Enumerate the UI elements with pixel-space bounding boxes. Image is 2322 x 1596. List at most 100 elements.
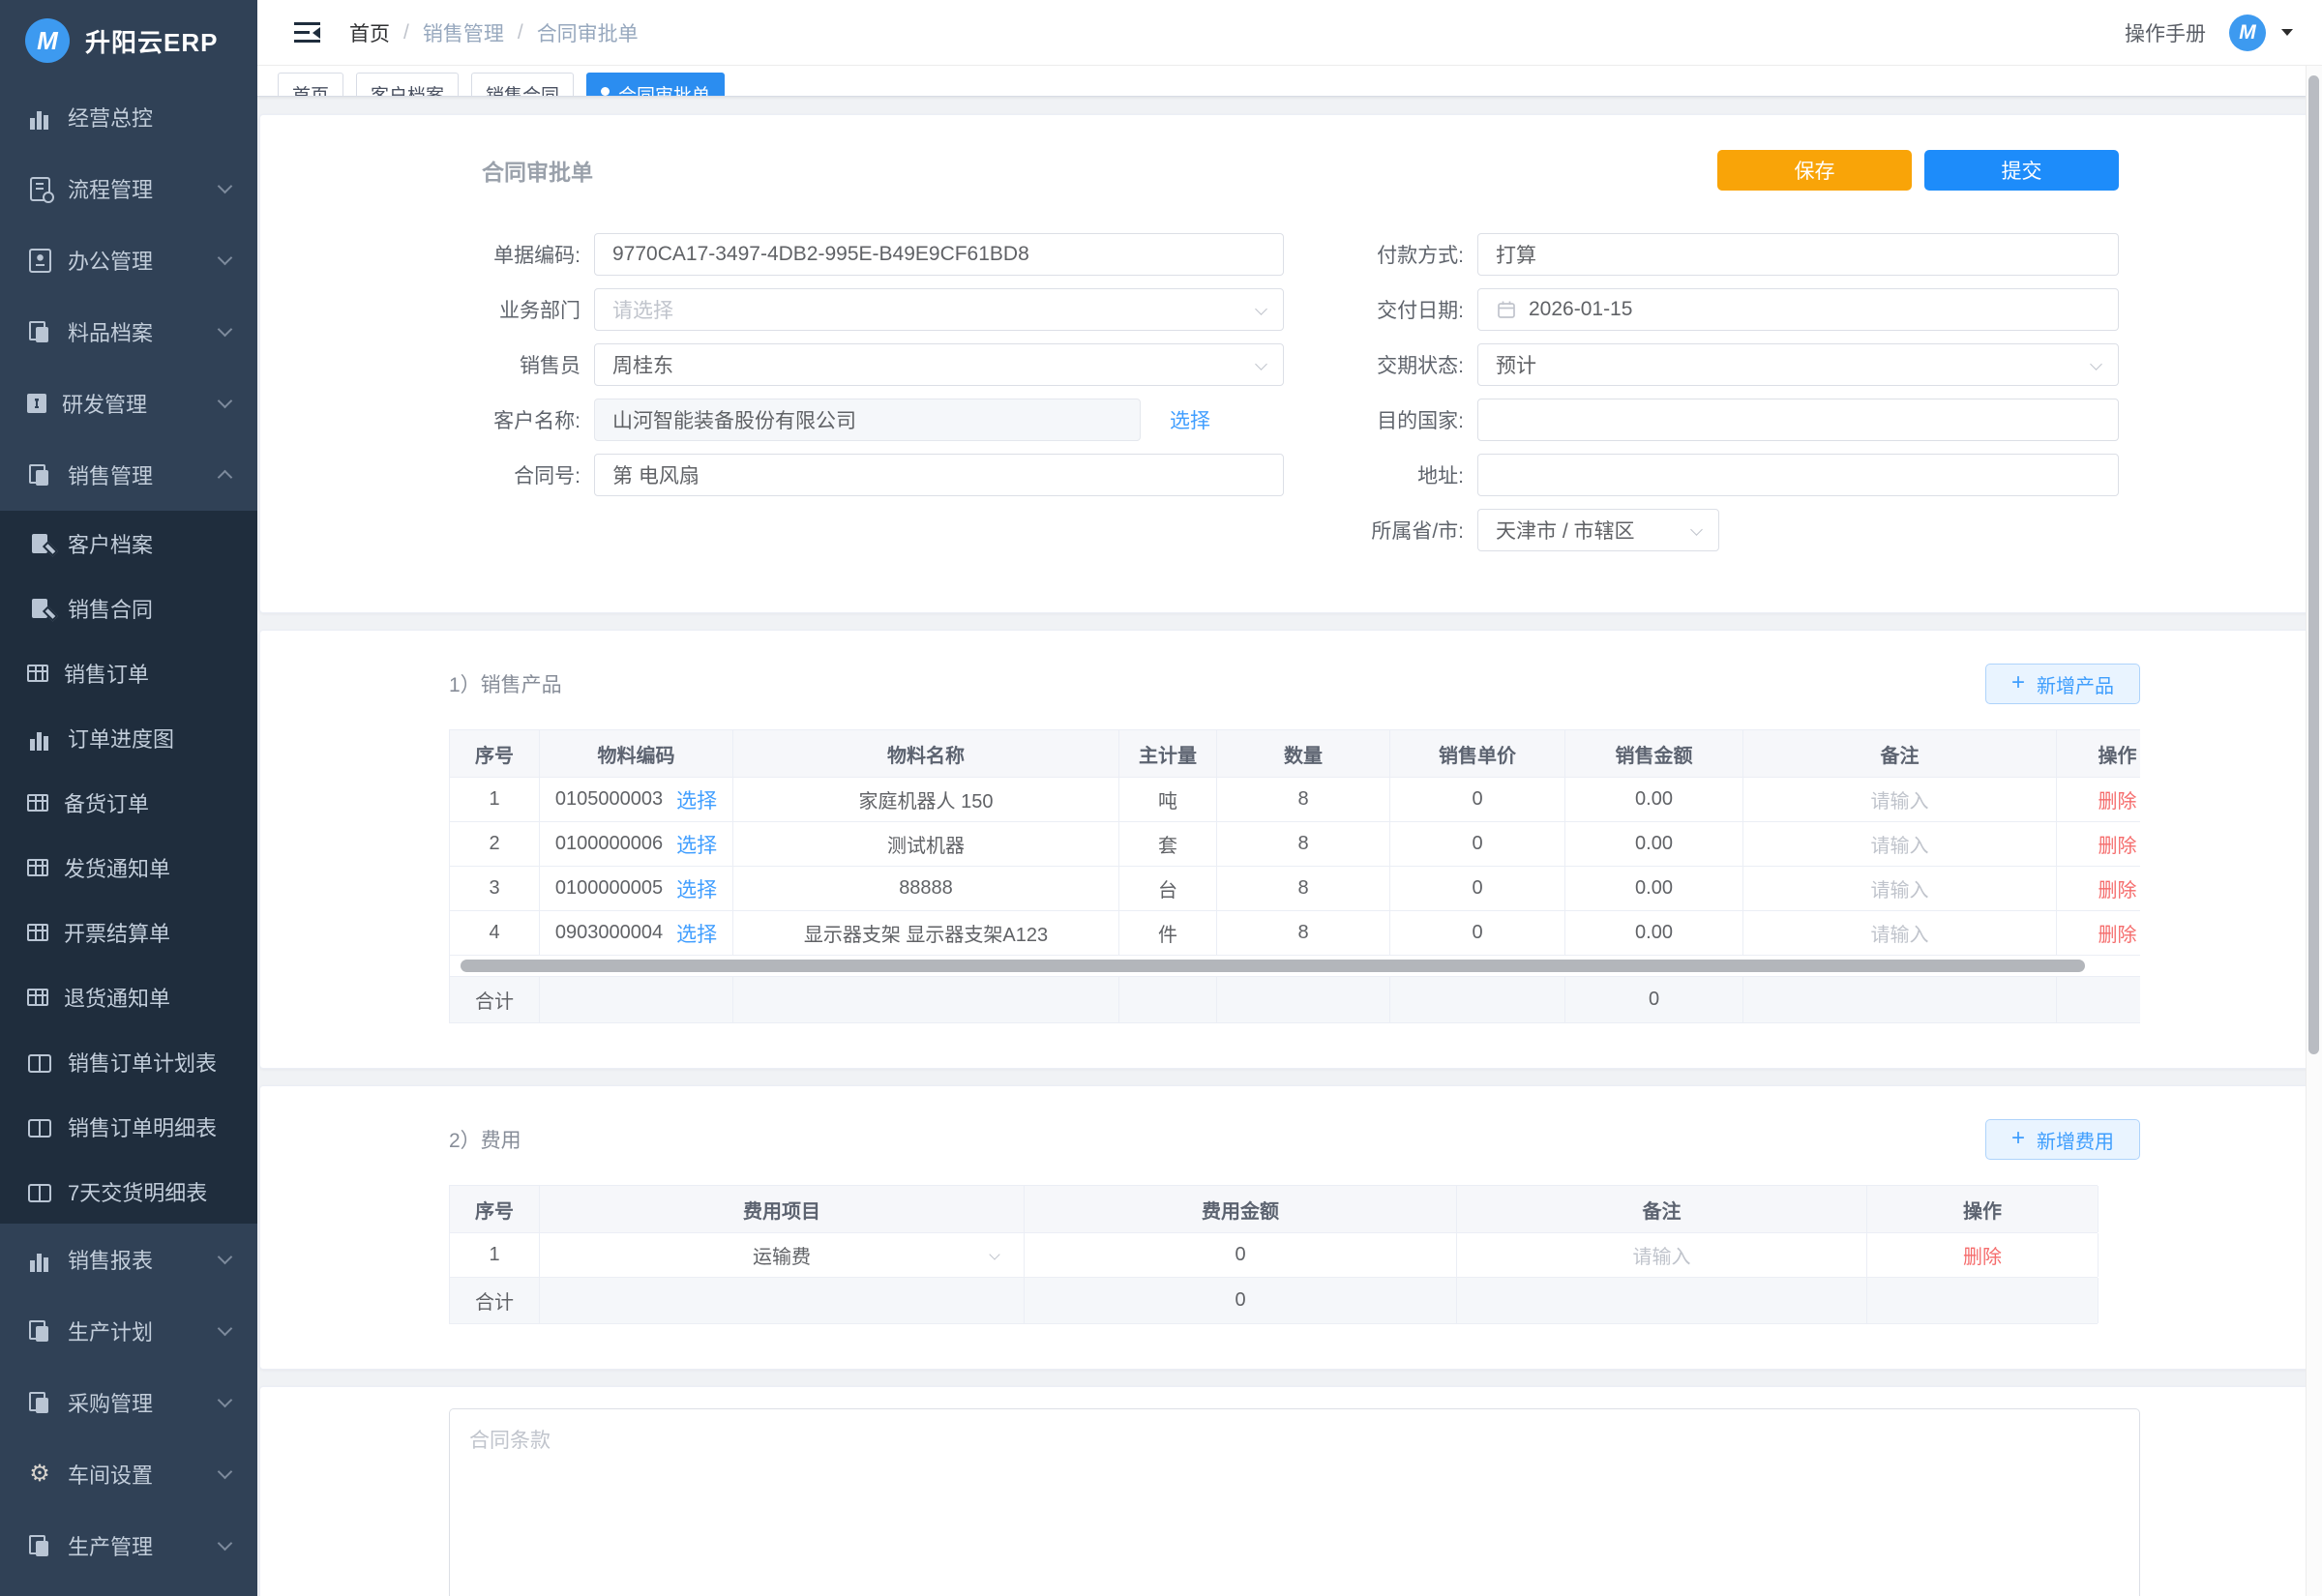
sidebar-item-production-plan[interactable]: 生产计划 — [0, 1295, 257, 1367]
customer-select-link[interactable]: 选择 — [1170, 405, 1210, 434]
bar-chart-icon — [27, 104, 52, 130]
payment-input[interactable] — [1477, 233, 2119, 276]
sidebar-item-sales-report[interactable]: 销售报表 — [0, 1224, 257, 1295]
products-table: 序号 物料编码 物料名称 主计量 数量 销售单价 销售金额 备注 操作 1 01… — [449, 729, 2140, 1023]
save-button[interactable]: 保存 — [1717, 150, 1912, 191]
sidebar-item-label: 客户档案 — [68, 528, 153, 559]
fee-amount-cell[interactable]: 0 — [1025, 1233, 1457, 1277]
add-fee-button[interactable]: + 新增费用 — [1985, 1119, 2140, 1160]
contract-form: 单据编码: 业务部门 请选择 销售员 周桂东 — [449, 233, 2119, 564]
quantity-cell[interactable]: 8 — [1217, 867, 1390, 910]
contract-form-card: 合同审批单 保存 提交 单据编码: 业务部门 请选择 — [259, 114, 2311, 613]
materials-book-icon — [27, 319, 52, 344]
product-row: 1 0105000003选择 家庭机器人 150 吨 8 0 0.00 请输入 … — [450, 778, 2140, 822]
sidebar-item-stock-order[interactable]: 备货订单 — [0, 770, 257, 835]
select-material-link[interactable]: 选择 — [676, 874, 717, 903]
fee-item-value: 运输费 — [753, 1241, 811, 1269]
delivery-state-select[interactable]: 预计 — [1477, 343, 2119, 386]
add-fee-label: 新增费用 — [2037, 1126, 2114, 1154]
unit-price-cell[interactable]: 0 — [1390, 867, 1565, 910]
select-material-link[interactable]: 选择 — [676, 785, 717, 814]
address-input[interactable] — [1477, 454, 2119, 496]
quantity-cell[interactable]: 8 — [1217, 911, 1390, 955]
sidebar-item-shipping-notice[interactable]: 发货通知单 — [0, 835, 257, 900]
actions-cell: 删除 — [2057, 822, 2140, 866]
select-material-link[interactable]: 选择 — [676, 830, 717, 859]
fees-card: 2）费用 + 新增费用 序号 费用项目 费用金额 备注 操作 1 运输费 — [259, 1085, 2311, 1370]
quantity-cell[interactable]: 8 — [1217, 778, 1390, 821]
avatar[interactable]: M — [2229, 15, 2266, 51]
product-row: 3 0100000005选择 88888 台 8 0 0.00 请输入 删除 — [450, 867, 2140, 911]
actions-cell: 删除 — [2057, 911, 2140, 955]
manual-link[interactable]: 操作手册 — [2125, 18, 2206, 47]
caret-down-icon[interactable] — [2281, 29, 2293, 36]
tab-customer-archive[interactable]: 客户档案 — [356, 73, 459, 97]
salesman-select[interactable]: 周桂东 — [594, 343, 1284, 386]
remark-cell[interactable]: 请输入 — [1743, 867, 2057, 910]
sidebar-item-workshop-settings[interactable]: ⚙ 车间设置 — [0, 1438, 257, 1510]
sidebar-item-process-mgmt[interactable]: 流程管理 — [0, 153, 257, 224]
sidebar-item-order-detail-report[interactable]: 销售订单明细表 — [0, 1094, 257, 1159]
delete-row-link[interactable]: 删除 — [2099, 830, 2137, 858]
contract-terms-textarea[interactable] — [449, 1408, 2140, 1596]
horizontal-scrollbar-thumb[interactable] — [461, 960, 2085, 972]
unit: 件 — [1119, 911, 1217, 955]
vertical-scrollbar-thumb[interactable] — [2308, 75, 2319, 1054]
sidebar-item-invoice-settlement[interactable]: 开票结算单 — [0, 900, 257, 964]
unit-price-cell[interactable]: 0 — [1390, 911, 1565, 955]
customer-label: 客户名称: — [449, 405, 594, 434]
tab-contract-approval[interactable]: 合同审批单 — [586, 73, 725, 97]
sidebar-item-sales-contract[interactable]: 销售合同 — [0, 576, 257, 640]
quantity-cell[interactable]: 8 — [1217, 822, 1390, 866]
remark-cell[interactable]: 请输入 — [1743, 822, 2057, 866]
tab-home[interactable]: 首页 — [278, 73, 343, 97]
sidebar-item-business-overview[interactable]: 经营总控 — [0, 81, 257, 153]
sidebar-item-7day-delivery-report[interactable]: 7天交货明细表 — [0, 1159, 257, 1224]
add-product-button[interactable]: + 新增产品 — [1985, 664, 2140, 704]
dest-country-input[interactable] — [1477, 399, 2119, 441]
sidebar-item-sales-order[interactable]: 销售订单 — [0, 640, 257, 705]
actions-cell: 删除 — [2057, 867, 2140, 910]
select-material-link[interactable]: 选择 — [676, 919, 717, 948]
remark-cell[interactable]: 请输入 — [1457, 1233, 1867, 1277]
breadcrumb-home[interactable]: 首页 — [349, 18, 390, 47]
delete-row-link[interactable]: 删除 — [1963, 1241, 2002, 1269]
submit-button[interactable]: 提交 — [1924, 150, 2119, 191]
sidebar-item-production-mgmt[interactable]: 生产管理 — [0, 1510, 257, 1581]
sidebar-item-office-mgmt[interactable]: 办公管理 — [0, 224, 257, 296]
remark-cell[interactable]: 请输入 — [1743, 778, 2057, 821]
sidebar-item-rnd-mgmt[interactable]: 研发管理 — [0, 368, 257, 439]
sidebar-item-order-plan-report[interactable]: 销售订单计划表 — [0, 1029, 257, 1094]
collapse-sidebar-icon[interactable] — [294, 22, 320, 43]
chevron-down-icon — [1255, 303, 1267, 315]
sidebar-item-sales-mgmt[interactable]: 销售管理 — [0, 439, 257, 511]
sidebar-item-return-notice[interactable]: 退货通知单 — [0, 964, 257, 1029]
remark-cell[interactable]: 请输入 — [1743, 911, 2057, 955]
fee-item-select[interactable]: 运输费 — [540, 1233, 1025, 1277]
active-tab-dot — [601, 87, 610, 96]
delete-row-link[interactable]: 删除 — [2099, 785, 2137, 813]
sidebar-item-order-progress[interactable]: 订单进度图 — [0, 705, 257, 770]
sidebar-item-processing-workshop[interactable]: 加工车间 — [0, 1581, 257, 1596]
sidebar-item-customer-archive[interactable]: 客户档案 — [0, 511, 257, 576]
unit-price-cell[interactable]: 0 — [1390, 778, 1565, 821]
customer-input: 山河智能装备股份有限公司 — [594, 399, 1141, 441]
sidebar-item-purchase-mgmt[interactable]: 采购管理 — [0, 1367, 257, 1438]
province-cascader[interactable]: 天津市 / 市辖区 — [1477, 509, 1719, 551]
sidebar-item-material-archive[interactable]: 料品档案 — [0, 296, 257, 368]
delete-row-link[interactable]: 删除 — [2099, 919, 2137, 947]
tab-sales-contract[interactable]: 销售合同 — [471, 73, 574, 97]
contract-no-input[interactable] — [594, 454, 1284, 496]
delete-row-link[interactable]: 删除 — [2099, 874, 2137, 902]
process-document-icon — [27, 176, 52, 201]
col-index: 序号 — [450, 1186, 540, 1232]
app-logo[interactable]: M 升阳云ERP — [0, 0, 257, 81]
delivery-state-label: 交期状态: — [1284, 350, 1477, 379]
unit-price-cell[interactable]: 0 — [1390, 822, 1565, 866]
doc-no-input[interactable] — [594, 233, 1284, 276]
sidebar-item-label: 备货订单 — [64, 787, 149, 818]
sidebar-item-label: 发货通知单 — [64, 852, 170, 883]
remark-placeholder: 请输入 — [1871, 919, 1929, 947]
delivery-date-picker[interactable]: 2026-01-15 — [1477, 288, 2119, 331]
dept-select[interactable]: 请选择 — [594, 288, 1284, 331]
